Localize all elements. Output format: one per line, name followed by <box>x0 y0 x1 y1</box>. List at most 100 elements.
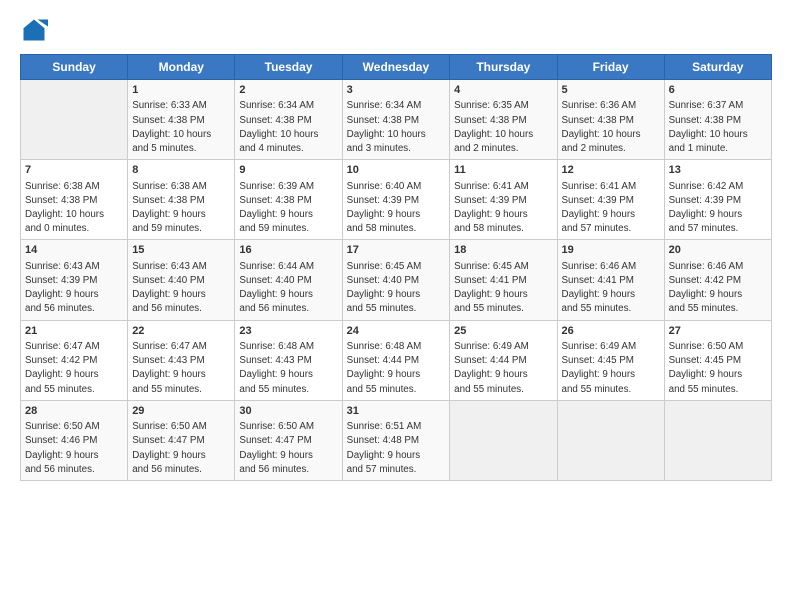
day-number: 30 <box>239 404 337 419</box>
calendar-cell <box>21 80 128 160</box>
header-day-tuesday: Tuesday <box>235 55 342 80</box>
calendar-cell: 25Sunrise: 6:49 AM Sunset: 4:44 PM Dayli… <box>450 320 557 400</box>
cell-content: Sunrise: 6:34 AM Sunset: 4:38 PM Dayligh… <box>239 99 337 156</box>
day-number: 28 <box>25 404 123 419</box>
calendar-header: SundayMondayTuesdayWednesdayThursdayFrid… <box>21 55 772 80</box>
calendar-cell: 4Sunrise: 6:35 AM Sunset: 4:38 PM Daylig… <box>450 80 557 160</box>
cell-content: Sunrise: 6:40 AM Sunset: 4:39 PM Dayligh… <box>347 180 446 237</box>
cell-content: Sunrise: 6:34 AM Sunset: 4:38 PM Dayligh… <box>347 99 446 156</box>
day-number: 14 <box>25 243 123 258</box>
day-number: 20 <box>669 243 767 258</box>
day-number: 26 <box>562 324 660 339</box>
calendar-cell: 28Sunrise: 6:50 AM Sunset: 4:46 PM Dayli… <box>21 400 128 480</box>
day-number: 16 <box>239 243 337 258</box>
week-row-4: 28Sunrise: 6:50 AM Sunset: 4:46 PM Dayli… <box>21 400 772 480</box>
day-number: 8 <box>132 163 230 178</box>
header-day-saturday: Saturday <box>664 55 771 80</box>
cell-content: Sunrise: 6:46 AM Sunset: 4:41 PM Dayligh… <box>562 260 660 317</box>
cell-content: Sunrise: 6:50 AM Sunset: 4:47 PM Dayligh… <box>132 420 230 477</box>
header-row: SundayMondayTuesdayWednesdayThursdayFrid… <box>21 55 772 80</box>
week-row-2: 14 Sunrise: 6:43 AM Sunset: 4:39 PM Dayli… <box>21 240 772 320</box>
cell-content: Sunrise: 6:36 AM Sunset: 4:38 PM Dayligh… <box>562 99 660 156</box>
logo <box>20 16 52 44</box>
calendar-cell: 1Sunrise: 6:33 AM Sunset: 4:38 PM Daylig… <box>128 80 235 160</box>
cell-content: Sunrise: 6:41 AM Sunset: 4:39 PM Dayligh… <box>454 180 552 237</box>
cell-content: Sunrise: 6:43 AM Sunset: 4:40 PM Dayligh… <box>132 260 230 317</box>
cell-content: Sunrise: 6:45 AM Sunset: 4:40 PM Dayligh… <box>347 260 446 317</box>
week-row-0: 1Sunrise: 6:33 AM Sunset: 4:38 PM Daylig… <box>21 80 772 160</box>
cell-content: Sunrise: 6:48 AM Sunset: 4:44 PM Dayligh… <box>347 340 446 397</box>
cell-content: Sunrise: 6:45 AM Sunset: 4:41 PM Dayligh… <box>454 260 552 317</box>
cell-content: Sunrise: 6:38 AM Sunset: 4:38 PM Dayligh… <box>132 180 230 237</box>
header-day-monday: Monday <box>128 55 235 80</box>
calendar-cell: 17Sunrise: 6:45 AM Sunset: 4:40 PM Dayli… <box>342 240 450 320</box>
calendar-cell: 15 Sunrise: 6:43 AM Sunset: 4:40 PM Dayli… <box>128 240 235 320</box>
day-number: 11 <box>454 163 552 178</box>
calendar-cell: 26Sunrise: 6:49 AM Sunset: 4:45 PM Dayli… <box>557 320 664 400</box>
cell-content: Sunrise: 6:46 AM Sunset: 4:42 PM Dayligh… <box>669 260 767 317</box>
day-number: 3 <box>347 83 446 98</box>
calendar-cell: 11 Sunrise: 6:41 AM Sunset: 4:39 PM Dayli… <box>450 160 557 240</box>
cell-content: Sunrise: 6:50 AM Sunset: 4:47 PM Dayligh… <box>239 420 337 477</box>
cell-content: Sunrise: 6:44 AM Sunset: 4:40 PM Dayligh… <box>239 260 337 317</box>
page: SundayMondayTuesdayWednesdayThursdayFrid… <box>0 0 792 612</box>
calendar-body: 1Sunrise: 6:33 AM Sunset: 4:38 PM Daylig… <box>21 80 772 481</box>
week-row-3: 21Sunrise: 6:47 AM Sunset: 4:42 PM Dayli… <box>21 320 772 400</box>
day-number: 10 <box>347 163 446 178</box>
day-number: 23 <box>239 324 337 339</box>
calendar-cell: 27Sunrise: 6:50 AM Sunset: 4:45 PM Dayli… <box>664 320 771 400</box>
calendar-table: SundayMondayTuesdayWednesdayThursdayFrid… <box>20 54 772 481</box>
calendar-cell <box>557 400 664 480</box>
calendar-cell: 14 Sunrise: 6:43 AM Sunset: 4:39 PM Dayli… <box>21 240 128 320</box>
calendar-cell: 22Sunrise: 6:47 AM Sunset: 4:43 PM Dayli… <box>128 320 235 400</box>
calendar-cell: 19 Sunrise: 6:46 AM Sunset: 4:41 PM Dayli… <box>557 240 664 320</box>
cell-content: Sunrise: 6:50 AM Sunset: 4:46 PM Dayligh… <box>25 420 123 477</box>
day-number: 31 <box>347 404 446 419</box>
day-number: 21 <box>25 324 123 339</box>
day-number: 19 <box>562 243 660 258</box>
cell-content: Sunrise: 6:42 AM Sunset: 4:39 PM Dayligh… <box>669 180 767 237</box>
calendar-cell: 2Sunrise: 6:34 AM Sunset: 4:38 PM Daylig… <box>235 80 342 160</box>
cell-content: Sunrise: 6:49 AM Sunset: 4:44 PM Dayligh… <box>454 340 552 397</box>
logo-icon <box>20 16 48 44</box>
cell-content: Sunrise: 6:38 AM Sunset: 4:38 PM Dayligh… <box>25 180 123 237</box>
cell-content: Sunrise: 6:41 AM Sunset: 4:39 PM Dayligh… <box>562 180 660 237</box>
calendar-cell: 18Sunrise: 6:45 AM Sunset: 4:41 PM Dayli… <box>450 240 557 320</box>
cell-content: Sunrise: 6:37 AM Sunset: 4:38 PM Dayligh… <box>669 99 767 156</box>
calendar-cell <box>664 400 771 480</box>
day-number: 4 <box>454 83 552 98</box>
day-number: 5 <box>562 83 660 98</box>
cell-content: Sunrise: 6:48 AM Sunset: 4:43 PM Dayligh… <box>239 340 337 397</box>
header-day-sunday: Sunday <box>21 55 128 80</box>
cell-content: Sunrise: 6:39 AM Sunset: 4:38 PM Dayligh… <box>239 180 337 237</box>
calendar-cell <box>450 400 557 480</box>
cell-content: Sunrise: 6:49 AM Sunset: 4:45 PM Dayligh… <box>562 340 660 397</box>
calendar-cell: 13Sunrise: 6:42 AM Sunset: 4:39 PM Dayli… <box>664 160 771 240</box>
header-day-thursday: Thursday <box>450 55 557 80</box>
day-number: 15 <box>132 243 230 258</box>
calendar-cell: 9Sunrise: 6:39 AM Sunset: 4:38 PM Daylig… <box>235 160 342 240</box>
calendar-cell: 12 Sunrise: 6:41 AM Sunset: 4:39 PM Dayli… <box>557 160 664 240</box>
day-number: 25 <box>454 324 552 339</box>
day-number: 6 <box>669 83 767 98</box>
calendar-cell: 24Sunrise: 6:48 AM Sunset: 4:44 PM Dayli… <box>342 320 450 400</box>
day-number: 24 <box>347 324 446 339</box>
calendar-cell: 20 Sunrise: 6:46 AM Sunset: 4:42 PM Dayli… <box>664 240 771 320</box>
day-number: 1 <box>132 83 230 98</box>
calendar-cell: 31Sunrise: 6:51 AM Sunset: 4:48 PM Dayli… <box>342 400 450 480</box>
calendar-cell: 30Sunrise: 6:50 AM Sunset: 4:47 PM Dayli… <box>235 400 342 480</box>
calendar-cell: 21Sunrise: 6:47 AM Sunset: 4:42 PM Dayli… <box>21 320 128 400</box>
header-day-friday: Friday <box>557 55 664 80</box>
day-number: 12 <box>562 163 660 178</box>
day-number: 22 <box>132 324 230 339</box>
cell-content: Sunrise: 6:51 AM Sunset: 4:48 PM Dayligh… <box>347 420 446 477</box>
day-number: 27 <box>669 324 767 339</box>
cell-content: Sunrise: 6:33 AM Sunset: 4:38 PM Dayligh… <box>132 99 230 156</box>
cell-content: Sunrise: 6:50 AM Sunset: 4:45 PM Dayligh… <box>669 340 767 397</box>
calendar-cell: 8 Sunrise: 6:38 AM Sunset: 4:38 PM Daylig… <box>128 160 235 240</box>
header-day-wednesday: Wednesday <box>342 55 450 80</box>
cell-content: Sunrise: 6:47 AM Sunset: 4:42 PM Dayligh… <box>25 340 123 397</box>
day-number: 2 <box>239 83 337 98</box>
calendar-cell: 6Sunrise: 6:37 AM Sunset: 4:38 PM Daylig… <box>664 80 771 160</box>
cell-content: Sunrise: 6:43 AM Sunset: 4:39 PM Dayligh… <box>25 260 123 317</box>
